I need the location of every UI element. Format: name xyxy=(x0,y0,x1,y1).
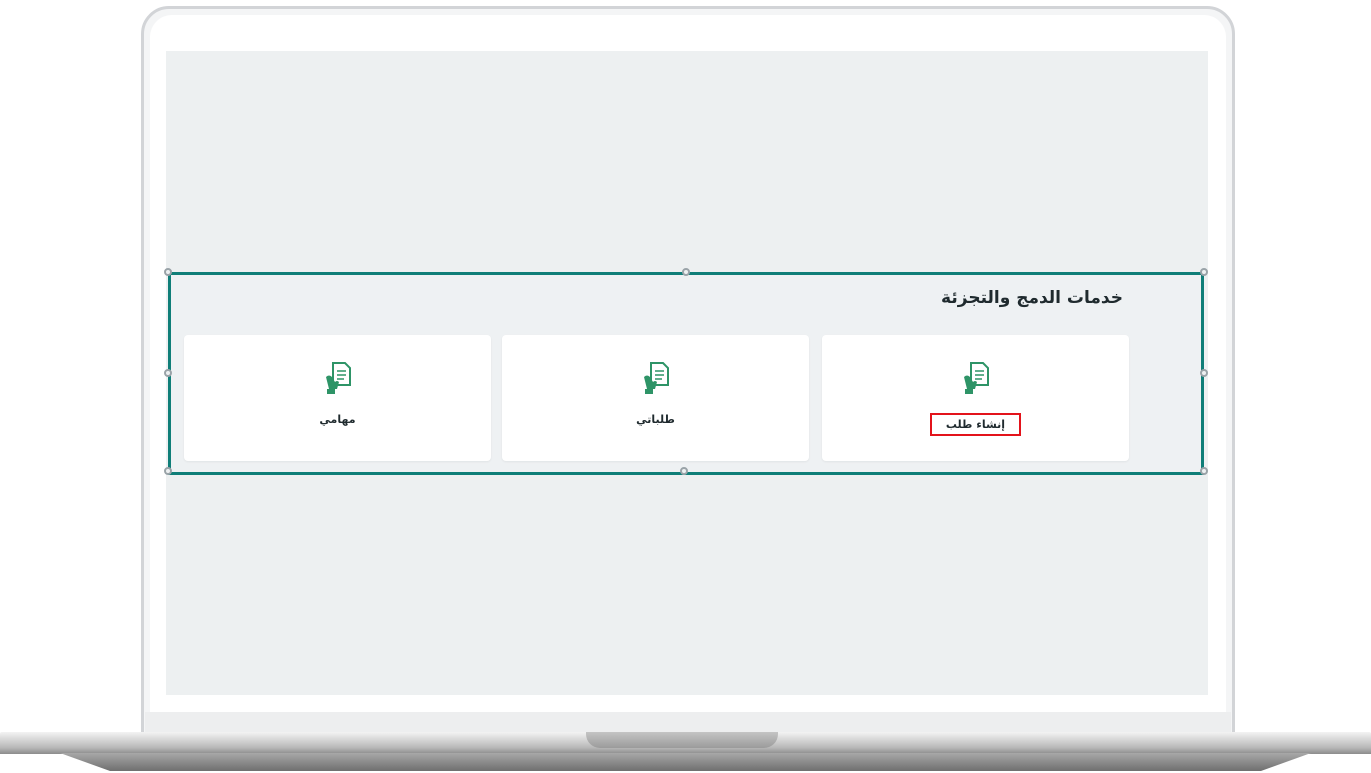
laptop-base-foot xyxy=(60,753,1311,771)
card-label-my-requests: طلباتي xyxy=(636,413,675,426)
card-my-tasks[interactable]: مهامي xyxy=(184,335,491,461)
card-create-request[interactable]: إنشاء طلب xyxy=(822,335,1129,461)
laptop-notch xyxy=(586,732,778,748)
resize-handle xyxy=(680,467,688,475)
resize-handle xyxy=(164,268,172,276)
resize-handle xyxy=(1200,268,1208,276)
laptop-bottom-bezel xyxy=(145,712,1231,734)
resize-handle xyxy=(682,268,690,276)
section-title: خدمات الدمج والتجزئة xyxy=(941,288,1123,308)
resize-handle xyxy=(164,369,172,377)
hand-document-icon xyxy=(643,362,669,394)
merge-split-services-panel: خدمات الدمج والتجزئة إنشاء طلب طلباتي مه… xyxy=(169,272,1205,474)
resize-handle xyxy=(1200,467,1208,475)
hand-document-icon xyxy=(325,362,351,394)
card-my-requests[interactable]: طلباتي xyxy=(502,335,809,461)
resize-handle xyxy=(164,467,172,475)
laptop-screen: خدمات الدمج والتجزئة إنشاء طلب طلباتي مه… xyxy=(166,51,1208,695)
card-label-create-request: إنشاء طلب xyxy=(929,413,1022,436)
hand-document-icon xyxy=(963,362,989,394)
laptop-mockup: خدمات الدمج والتجزئة إنشاء طلب طلباتي مه… xyxy=(0,0,1371,773)
card-label-my-tasks: مهامي xyxy=(319,413,356,426)
resize-handle xyxy=(1200,369,1208,377)
